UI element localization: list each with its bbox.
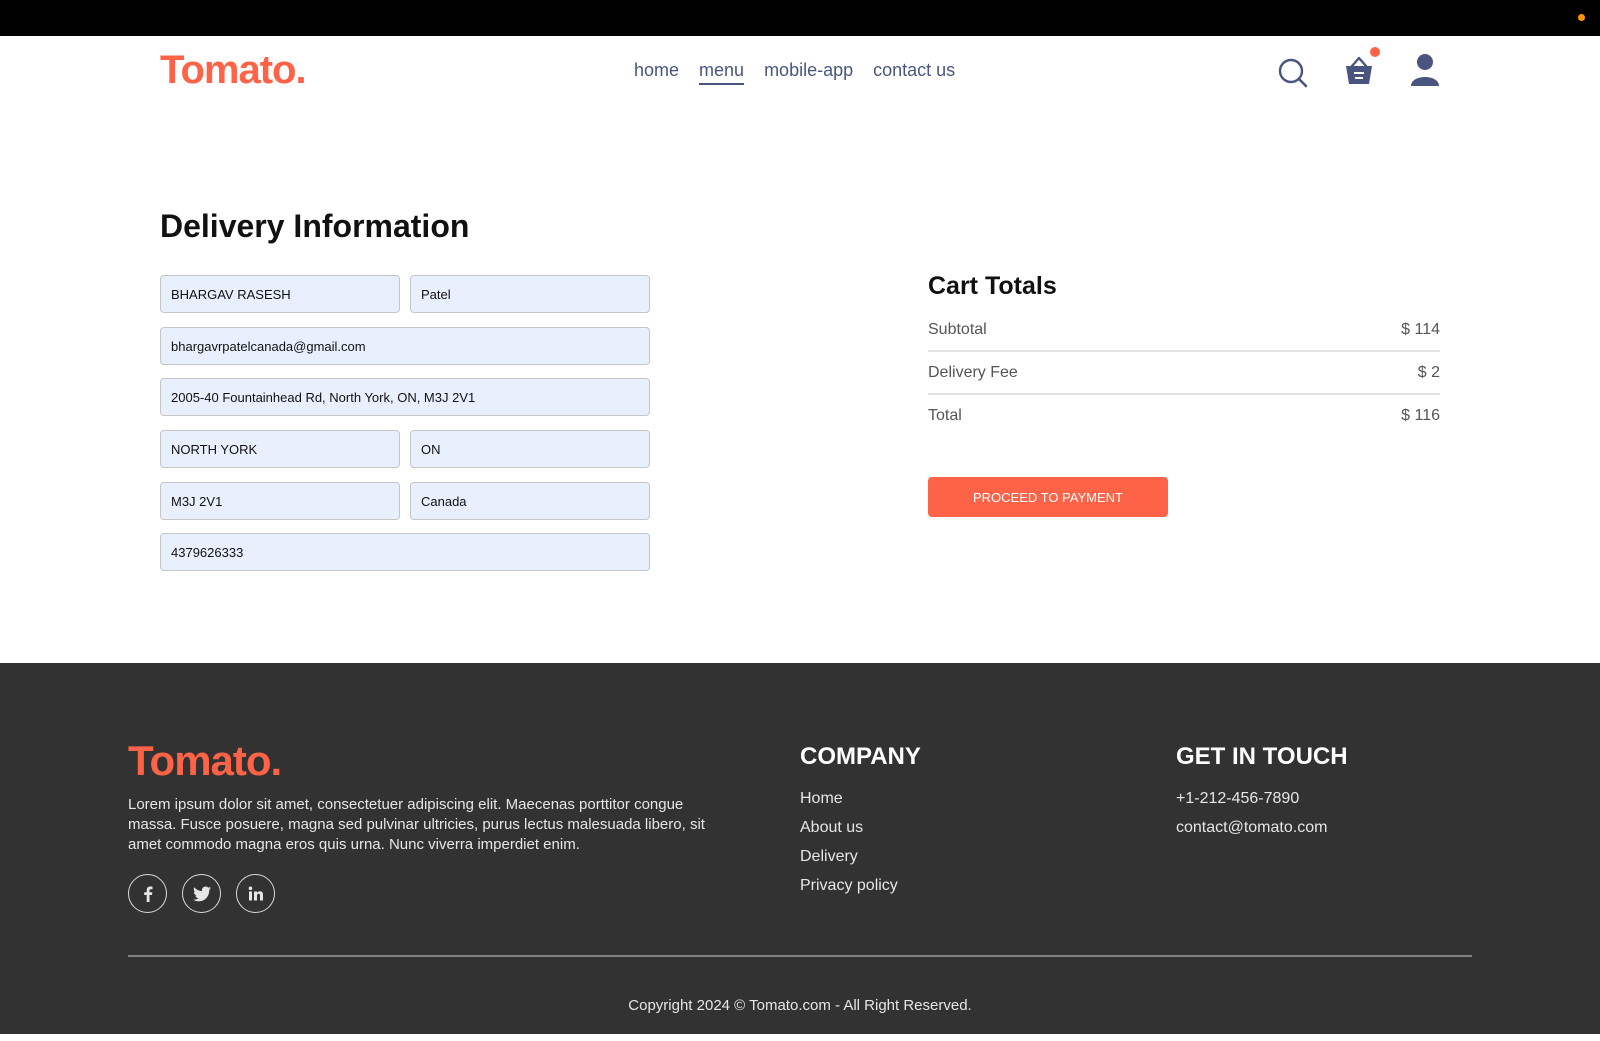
twitter-icon[interactable] [182, 874, 221, 913]
cart-badge-dot [1370, 47, 1380, 57]
linkedin-icon[interactable] [236, 874, 275, 913]
footer-link-home[interactable]: Home [800, 790, 921, 809]
street-field[interactable]: 2005-40 Fountainhead Rd, North York, ON,… [160, 378, 650, 416]
company-heading: COMPANY [800, 743, 921, 770]
browser-top-bar [0, 0, 1600, 36]
contact-email[interactable]: contact@tomato.com [1176, 819, 1348, 838]
footer-link-about-us[interactable]: About us [800, 819, 921, 838]
cart-totals: Cart Totals Subtotal $ 114 Delivery Fee … [928, 272, 1440, 517]
subtotal-row: Subtotal $ 114 [928, 309, 1440, 350]
nav-item-home[interactable]: home [634, 60, 679, 85]
footer-company-column: COMPANY Home About us Delivery Privacy p… [800, 743, 921, 906]
first-name-field[interactable]: BHARGAV RASESH [160, 275, 400, 313]
footer-logo[interactable]: Tomato. [128, 737, 282, 785]
nav-menu: home menu mobile-app contact us [634, 60, 955, 85]
footer-contact-column: GET IN TOUCH +1-212-456-7890 contact@tom… [1176, 743, 1348, 848]
footer: Tomato. Lorem ipsum dolor sit amet, cons… [0, 663, 1600, 1034]
delivery-fee-value: $ 2 [1417, 363, 1440, 381]
phone-field[interactable]: 4379626333 [160, 533, 650, 571]
subtotal-value: $ 114 [1401, 320, 1440, 338]
get-in-touch-heading: GET IN TOUCH [1176, 743, 1348, 770]
facebook-icon[interactable] [128, 874, 167, 913]
navbar: Tomato. home menu mobile-app contact us [0, 36, 1600, 108]
delivery-info-title: Delivery Information [160, 208, 470, 244]
delivery-fee-label: Delivery Fee [928, 363, 1018, 381]
nav-item-contact-us[interactable]: contact us [873, 60, 955, 85]
nav-item-menu[interactable]: menu [699, 60, 745, 85]
state-field[interactable]: ON [410, 430, 650, 468]
footer-link-privacy-policy[interactable]: Privacy policy [800, 877, 921, 896]
total-row: Total $ 116 [928, 395, 1440, 436]
basket-icon[interactable] [1344, 47, 1380, 95]
subtotal-label: Subtotal [928, 320, 987, 338]
last-name-field[interactable]: Patel [410, 275, 650, 313]
logo[interactable]: Tomato. [160, 48, 307, 93]
copyright-text: Copyright 2024 © Tomato.com - All Right … [628, 997, 972, 1014]
footer-description: Lorem ipsum dolor sit amet, consectetuer… [128, 796, 705, 853]
zip-code-field[interactable]: M3J 2V1 [160, 482, 400, 520]
delivery-fee-row: Delivery Fee $ 2 [928, 352, 1440, 393]
country-field[interactable]: Canada [410, 482, 650, 520]
proceed-to-payment-button[interactable]: PROCEED TO PAYMENT [928, 477, 1168, 517]
contact-phone: +1-212-456-7890 [1176, 790, 1300, 807]
cart-totals-title: Cart Totals [928, 272, 1057, 300]
user-icon[interactable] [1410, 52, 1440, 95]
footer-divider [128, 955, 1472, 957]
total-label: Total [928, 406, 962, 424]
notification-dot [1578, 14, 1585, 21]
email-field[interactable]: bhargavrpatelcanada@gmail.com [160, 327, 650, 365]
social-links [128, 874, 275, 913]
footer-link-delivery[interactable]: Delivery [800, 848, 921, 867]
search-icon[interactable] [1278, 52, 1308, 95]
city-field[interactable]: NORTH YORK [160, 430, 400, 468]
total-value: $ 116 [1401, 406, 1440, 424]
nav-item-mobile-app[interactable]: mobile-app [764, 60, 853, 85]
